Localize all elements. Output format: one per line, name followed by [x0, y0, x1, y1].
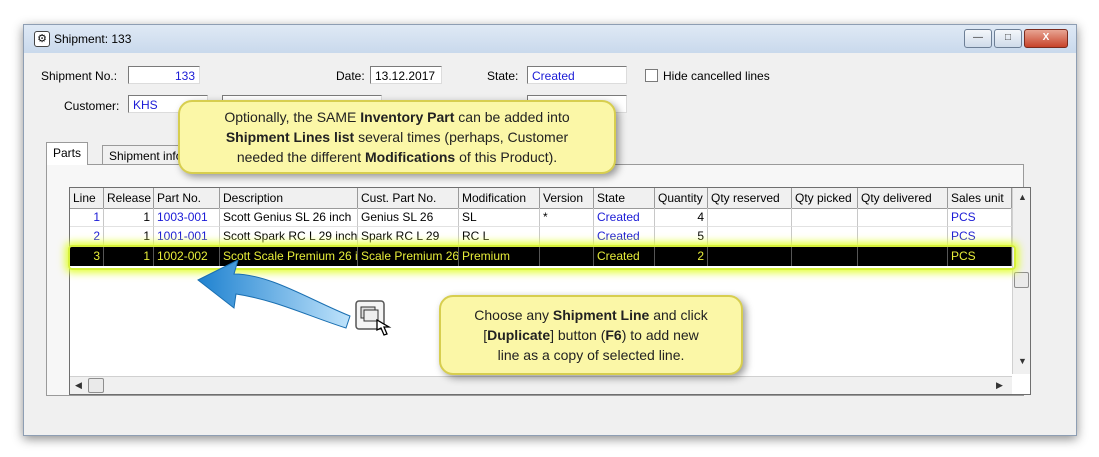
- hide-cancelled-label: Hide cancelled lines: [663, 69, 770, 83]
- col-sales-unit[interactable]: Sales unit: [948, 188, 1012, 208]
- col-cust-part-no[interactable]: Cust. Part No.: [358, 188, 459, 208]
- maximize-button[interactable]: □: [994, 29, 1022, 48]
- cell-description: Scott Genius SL 26 inch: [220, 208, 358, 227]
- state-label: State:: [487, 69, 519, 83]
- cell-line: 2: [70, 227, 104, 246]
- cell-qty-delivered: [858, 227, 948, 246]
- callout-text: Modifications: [365, 149, 456, 165]
- callout-text: of this Product).: [455, 149, 558, 165]
- callout-text: Duplicate: [487, 327, 551, 343]
- curved-arrow-icon: [197, 260, 351, 329]
- cell-release: 1: [104, 208, 154, 227]
- cell-cust-part-no: Genius SL 26: [358, 208, 459, 227]
- cell-part-no: 1001-001: [154, 227, 220, 246]
- callout-text: Inventory Part: [360, 109, 455, 125]
- callout-text: needed the different: [236, 149, 365, 165]
- callout-text: Optionally, the SAME: [224, 109, 361, 125]
- date-label: Date:: [336, 69, 365, 83]
- cell-qty-picked: [792, 208, 858, 227]
- cell-modification: RC L: [459, 227, 540, 246]
- col-qty-reserved[interactable]: Qty reserved: [708, 188, 792, 208]
- callout-text: line as a copy of selected line.: [497, 347, 685, 363]
- vertical-scrollbar[interactable]: ▲ ▼: [1012, 188, 1030, 374]
- col-modification[interactable]: Modification: [459, 188, 540, 208]
- cell-qty-delivered: [858, 208, 948, 227]
- cell-modification: Premium: [459, 247, 540, 266]
- horizontal-scrollbar[interactable]: ◀ ▶: [70, 376, 1012, 394]
- cell-state: Created: [594, 227, 655, 246]
- grid-header: Line Release Part No. Description Cust. …: [70, 188, 1012, 209]
- cell-cust-part-no: Spark RC L 29: [358, 227, 459, 246]
- duplicate-button-icon[interactable]: [355, 298, 393, 338]
- cell-qty-reserved: [708, 227, 792, 246]
- title-bar[interactable]: ⚙ Shipment: 133 — □ X: [24, 25, 1076, 53]
- cell-description: Scott Spark RC L 29 inch: [220, 227, 358, 246]
- cell-part-no: 1003-001: [154, 208, 220, 227]
- cell-state: Created: [594, 247, 655, 266]
- cell-modification: SL: [459, 208, 540, 227]
- cell-quantity: 5: [655, 227, 708, 246]
- callout-text: can be added into: [454, 109, 570, 125]
- cell-qty-reserved: [708, 247, 792, 266]
- cell-sales-unit: PCS: [948, 247, 1012, 266]
- col-qty-picked[interactable]: Qty picked: [792, 188, 858, 208]
- callout-text: Shipment Lines list: [225, 129, 355, 145]
- callout-text: Choose any: [474, 307, 553, 323]
- minimize-button[interactable]: —: [964, 29, 992, 48]
- callout-text: ) to add new: [621, 327, 699, 343]
- vertical-scroll-thumb[interactable]: [1014, 272, 1029, 288]
- shipment-no-field[interactable]: 133: [128, 66, 200, 84]
- cell-cust-part-no: Scale Premium 26: [358, 247, 459, 266]
- callout-text: and click: [649, 307, 708, 323]
- cell-line: 1: [70, 208, 104, 227]
- col-version[interactable]: Version: [540, 188, 594, 208]
- scroll-right-arrow-icon[interactable]: ▶: [996, 380, 1003, 391]
- window-title: Shipment: 133: [54, 32, 132, 46]
- callout-text: Shipment Line: [552, 307, 650, 323]
- callout-text: ] button (: [550, 327, 606, 343]
- cell-state: Created: [594, 208, 655, 227]
- cell-line: 3: [70, 247, 104, 266]
- cell-qty-reserved: [708, 208, 792, 227]
- col-quantity[interactable]: Quantity: [655, 188, 708, 208]
- cell-version: *: [540, 208, 594, 227]
- scroll-up-arrow-icon[interactable]: ▲: [1018, 192, 1027, 202]
- cell-qty-picked: [792, 227, 858, 246]
- scroll-down-arrow-icon[interactable]: ▼: [1018, 356, 1027, 366]
- col-qty-delivered[interactable]: Qty delivered: [858, 188, 948, 208]
- hide-cancelled-checkbox[interactable]: [645, 69, 658, 82]
- cell-quantity: 4: [655, 208, 708, 227]
- horizontal-scroll-thumb[interactable]: [88, 378, 104, 393]
- app-gear-icon: ⚙: [34, 31, 50, 47]
- cell-release: 1: [104, 227, 154, 246]
- cell-release: 1: [104, 247, 154, 266]
- cell-version: [540, 247, 594, 266]
- cell-qty-delivered: [858, 247, 948, 266]
- scroll-left-arrow-icon[interactable]: ◀: [75, 380, 82, 391]
- customer-label: Customer:: [64, 99, 120, 113]
- cell-sales-unit: PCS: [948, 208, 1012, 227]
- date-field[interactable]: 13.12.2017: [370, 66, 442, 84]
- callout-text: F6: [605, 327, 622, 343]
- window-controls: — □ X: [962, 29, 1068, 48]
- col-release[interactable]: Release: [104, 188, 154, 208]
- callout-duplicate-note: Choose any Shipment Line and click [Dupl…: [439, 295, 743, 375]
- state-field[interactable]: Created: [527, 66, 627, 84]
- col-state[interactable]: State: [594, 188, 655, 208]
- cell-quantity: 2: [655, 247, 708, 266]
- cell-qty-picked: [792, 247, 858, 266]
- tab-shipment-info[interactable]: Shipment info: [102, 145, 190, 165]
- close-button[interactable]: X: [1024, 29, 1068, 48]
- callout-text: several times (perhaps, Customer: [354, 129, 569, 145]
- cell-sales-unit: PCS: [948, 227, 1012, 246]
- callout-inventory-part-note: Optionally, the SAME Inventory Part can …: [178, 100, 616, 174]
- col-part-no[interactable]: Part No.: [154, 188, 220, 208]
- cell-version: [540, 227, 594, 246]
- shipment-no-label: Shipment No.:: [41, 69, 118, 83]
- tab-parts[interactable]: Parts: [46, 142, 89, 165]
- col-line[interactable]: Line: [70, 188, 104, 208]
- col-description[interactable]: Description: [220, 188, 358, 208]
